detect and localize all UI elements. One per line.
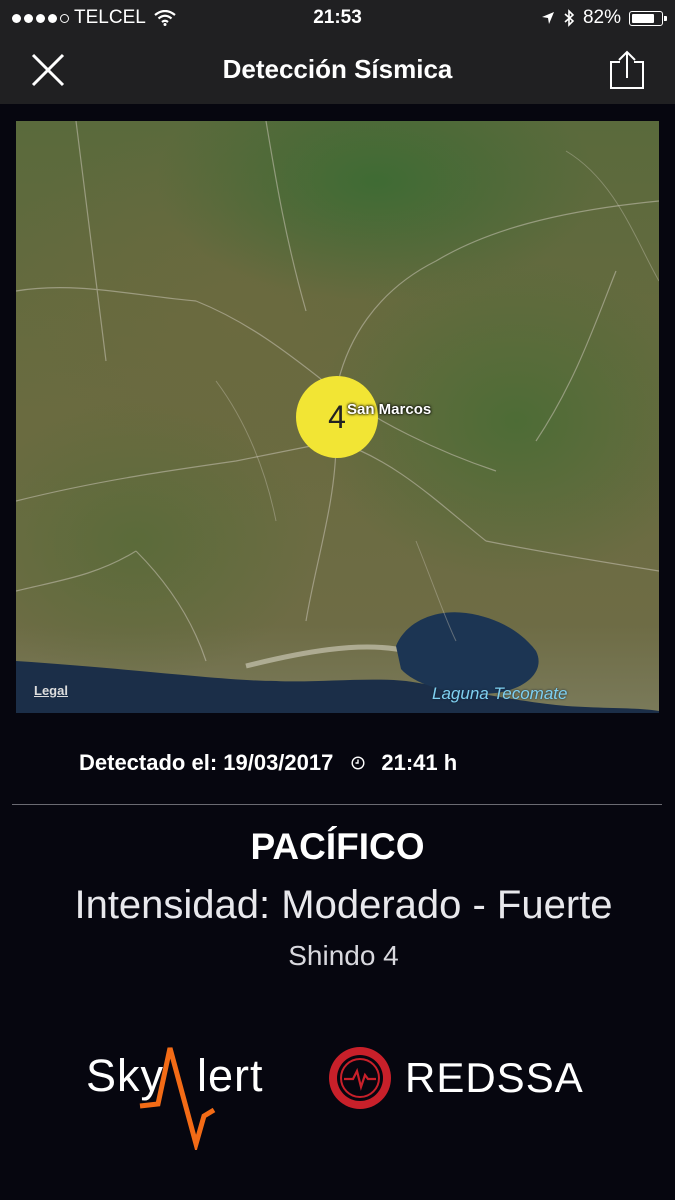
- skyalert-logo: Sky lert: [86, 1040, 286, 1150]
- share-icon: [610, 50, 644, 89]
- close-icon: [31, 53, 65, 87]
- clock-icon: [351, 756, 365, 770]
- place-label: San Marcos: [347, 401, 432, 418]
- detection-time: 21:41 h: [381, 750, 458, 775]
- redssa-logo: REDSSA: [327, 1045, 584, 1111]
- shindo-text: Shindo 4: [288, 940, 399, 971]
- legal-link[interactable]: Legal: [34, 683, 68, 698]
- skyalert-text-right: lert: [197, 1050, 264, 1101]
- divider: [12, 804, 662, 805]
- share-button[interactable]: [607, 48, 647, 92]
- detection-date: Detectado el: 19/03/2017: [79, 750, 334, 775]
- intensity-text: Intensidad: Moderado - Fuerte: [74, 883, 613, 927]
- page-title: Detección Sísmica: [222, 54, 453, 84]
- map-view[interactable]: 4 San Marcos Laguna Tecomate Legal: [16, 121, 659, 713]
- battery-icon: [629, 10, 667, 26]
- battery-percent: 82%: [582, 7, 621, 28]
- region-title: PACÍFICO: [250, 826, 425, 867]
- bluetooth-icon: [564, 9, 575, 27]
- skyalert-text-left: Sky: [86, 1050, 165, 1101]
- lagoon-label: Laguna Tecomate: [432, 684, 568, 703]
- detection-info: Detectado el: 19/03/2017 21:41 h: [79, 750, 457, 776]
- nav-bar: Detección Sísmica: [0, 36, 675, 104]
- redssa-seismo-icon: [329, 1047, 391, 1109]
- location-arrow-icon: [541, 12, 554, 24]
- status-bar: TELCEL 21:53 82%: [0, 0, 675, 36]
- status-right-group: 82%: [541, 7, 667, 29]
- redssa-text: REDSSA: [405, 1054, 584, 1101]
- close-button[interactable]: [26, 50, 70, 90]
